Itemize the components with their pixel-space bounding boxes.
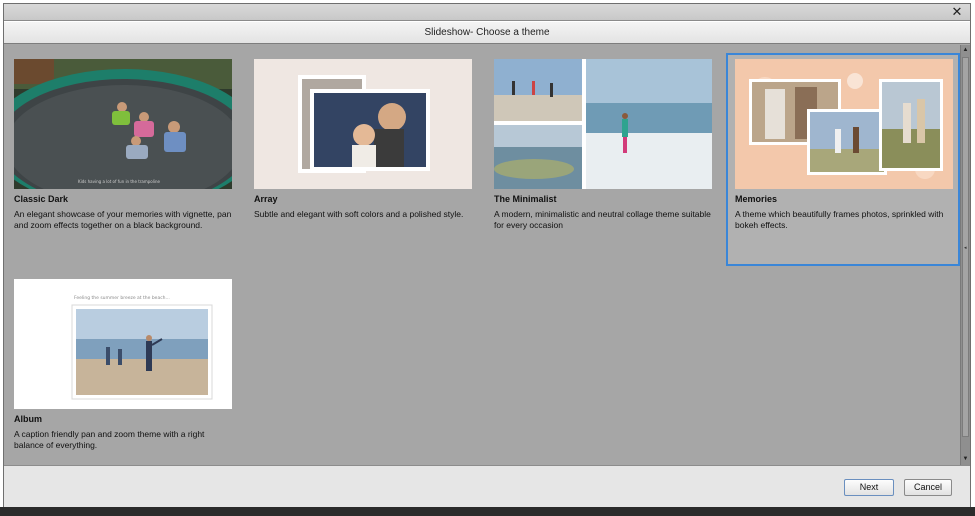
- memories-thumbnail: [735, 59, 953, 189]
- next-button[interactable]: Next: [844, 479, 894, 496]
- theme-description: A caption friendly pan and zoom theme wi…: [14, 429, 205, 450]
- theme-name: Classic Dark: [14, 194, 69, 204]
- dialog-footer: Next Cancel: [4, 465, 970, 508]
- scroll-down-arrow-icon[interactable]: ▼: [961, 455, 970, 464]
- theme-grid: Kids having a lot of fun in the trampoli…: [4, 45, 962, 465]
- theme-tile-array[interactable]: Array Subtle and elegant with soft color…: [245, 55, 479, 265]
- cancel-button[interactable]: Cancel: [904, 479, 952, 496]
- vertical-scrollbar[interactable]: ▲ ◂ ▼: [960, 45, 970, 465]
- window-top-strip: ✕: [4, 4, 970, 21]
- dialog-title: Slideshow- Choose a theme: [4, 21, 970, 44]
- theme-description: Subtle and elegant with soft colors and …: [254, 209, 464, 219]
- scroll-grip-icon: ◂: [964, 245, 967, 251]
- array-thumbnail: [254, 59, 472, 189]
- theme-tile-memories[interactable]: Memories A theme which beautifully frame…: [726, 53, 960, 266]
- theme-name: Album: [14, 414, 42, 424]
- theme-description: A modern, minimalistic and neutral colla…: [494, 209, 711, 230]
- theme-description: An elegant showcase of your memories wit…: [14, 209, 232, 230]
- classic-dark-caption: Kids having a lot of fun in the trampoli…: [78, 179, 160, 184]
- classic-dark-thumbnail: Kids having a lot of fun in the trampoli…: [14, 59, 232, 189]
- theme-name: Array: [254, 194, 278, 204]
- theme-name: The Minimalist: [494, 194, 557, 204]
- album-thumbnail: Feeling the summer breeze at the beach..…: [14, 279, 232, 409]
- close-icon[interactable]: ✕: [950, 5, 964, 19]
- scroll-up-arrow-icon[interactable]: ▲: [961, 46, 970, 55]
- taskbar-strip: [0, 507, 975, 516]
- theme-tile-the-minimalist[interactable]: The Minimalist A modern, minimalistic an…: [485, 55, 719, 265]
- theme-description: A theme which beautifully frames photos,…: [735, 209, 944, 230]
- theme-tile-album[interactable]: Feeling the summer breeze at the beach..…: [5, 275, 239, 460]
- theme-dialog: ✕ Slideshow- Choose a theme Kids having …: [3, 3, 971, 508]
- album-caption: Feeling the summer breeze at the beach..…: [74, 295, 170, 301]
- minimalist-thumbnail: [494, 59, 712, 189]
- theme-name: Memories: [735, 194, 778, 204]
- theme-tile-classic-dark[interactable]: Kids having a lot of fun in the trampoli…: [5, 55, 239, 265]
